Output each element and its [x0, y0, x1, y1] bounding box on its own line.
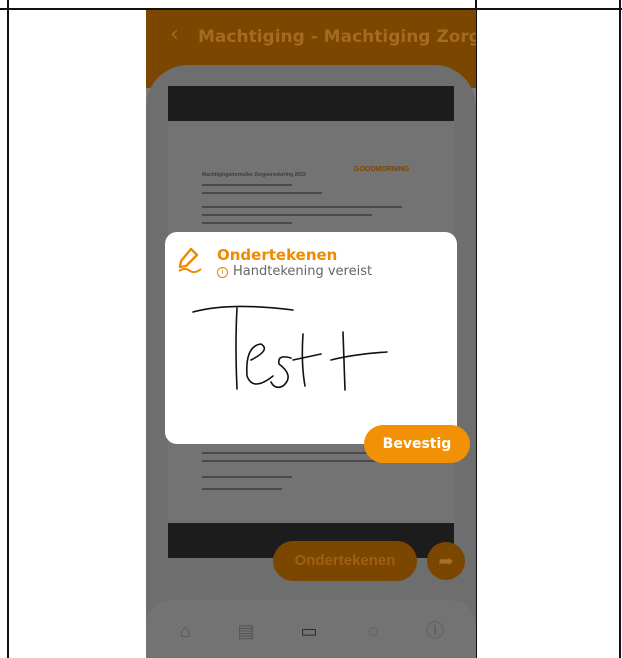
- doc-text-line: [202, 460, 402, 462]
- confirm-button[interactable]: Bevestig: [364, 425, 470, 463]
- doc-text-line: [202, 222, 292, 224]
- chevron-left-icon[interactable]: ‹: [170, 24, 179, 46]
- doc-text-line: [202, 488, 282, 490]
- subtitle-text: Handtekening vereist: [233, 264, 373, 279]
- doc-text-line: [202, 214, 372, 216]
- pen-icon: [178, 247, 202, 274]
- doc-text-line: [202, 206, 402, 208]
- page-title: Machtiging - Machtiging Zorgv...: [198, 27, 476, 47]
- right-border: [619, 0, 621, 658]
- doc-text-line: [202, 184, 292, 186]
- signature-canvas[interactable]: [175, 294, 447, 434]
- document-heading: Machtigingsformulier Zorgverzekering 202…: [202, 172, 306, 178]
- info-icon[interactable]: ⓘ: [424, 620, 446, 642]
- dialog-title: Ondertekenen: [217, 246, 338, 264]
- sign-button[interactable]: Ondertekenen: [273, 541, 417, 581]
- share-icon[interactable]: ➦: [427, 542, 465, 580]
- doc-text-line: [202, 476, 292, 478]
- home-icon[interactable]: ⌂: [174, 620, 196, 642]
- document-top-bar: [168, 86, 454, 121]
- doc-text-line: [202, 192, 322, 194]
- info-icon: i: [217, 267, 228, 278]
- dialog-subtitle: i Handtekening vereist: [217, 264, 372, 279]
- sign-dialog: Ondertekenen i Handtekening vereist: [165, 232, 457, 444]
- chat-icon[interactable]: ◌: [362, 620, 384, 642]
- document-icon[interactable]: ▤: [235, 620, 257, 642]
- document-logo: GOODMORNING: [354, 166, 410, 173]
- screenshot-frame: ‹ Machtiging - Machtiging Zorgv... GOODM…: [0, 0, 622, 658]
- sign-button-label: Ondertekenen: [294, 552, 396, 569]
- folder-icon[interactable]: ▭: [298, 620, 320, 642]
- left-border: [7, 0, 9, 658]
